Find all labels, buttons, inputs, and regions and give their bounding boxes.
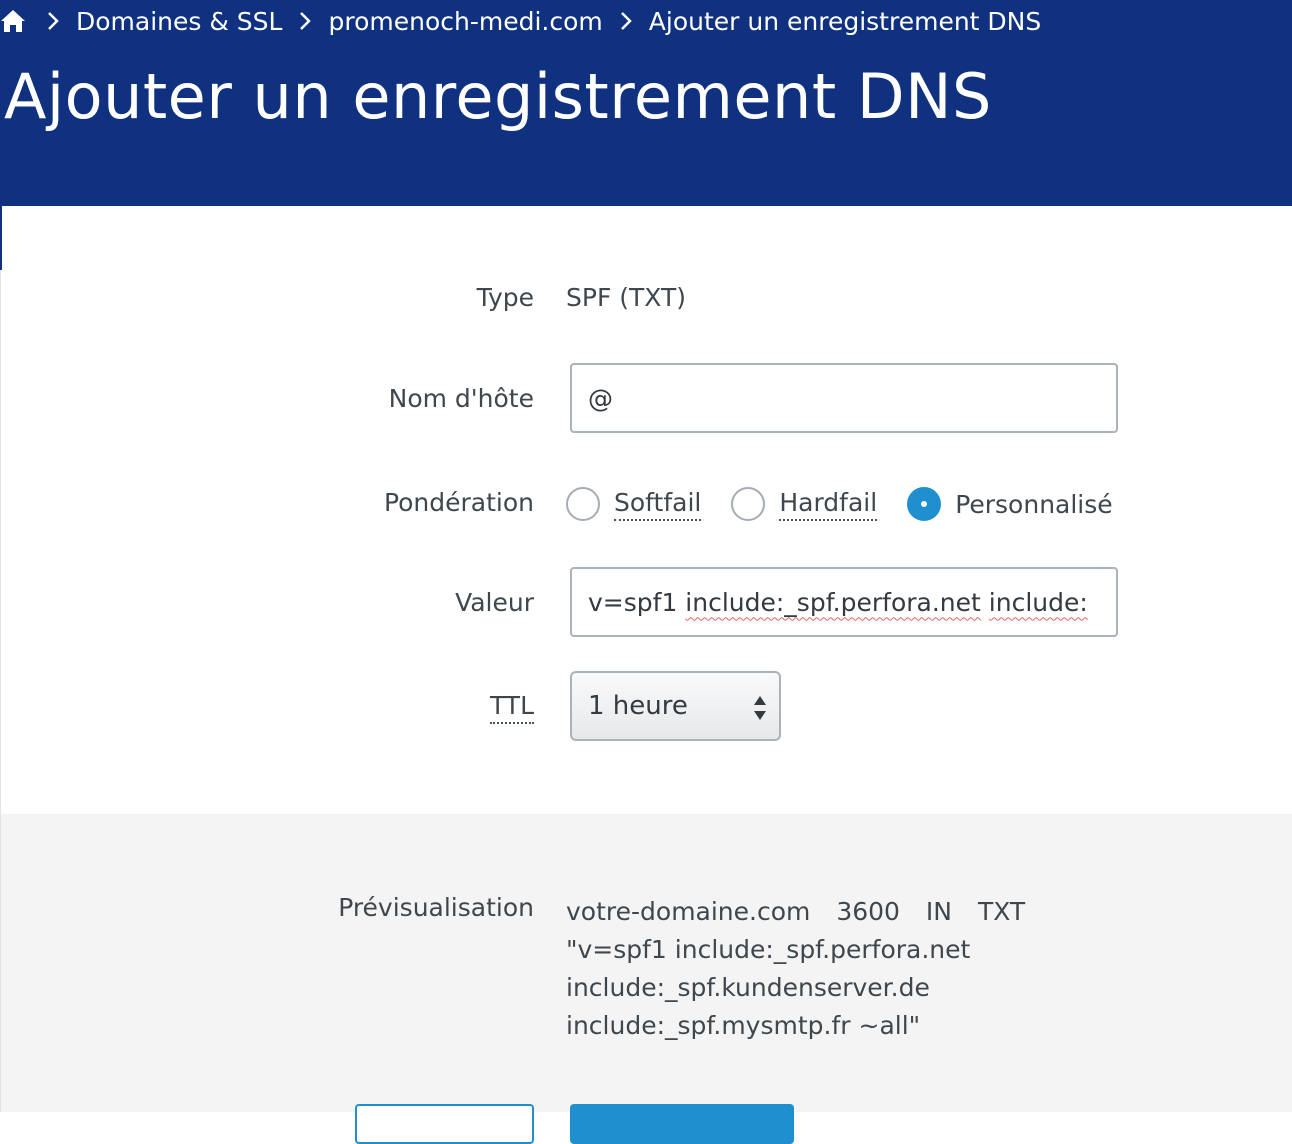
- preview-value-line: include:_spf.kundenserver.de: [566, 973, 930, 1002]
- save-button[interactable]: [570, 1104, 794, 1144]
- radio-circle[interactable]: [731, 487, 766, 521]
- preview-class: IN: [925, 897, 952, 926]
- value-input[interactable]: v=spf1 include:_spf.perfora.net include:: [570, 567, 1118, 637]
- home-icon[interactable]: [0, 9, 30, 33]
- hostname-label: Nom d'hôte: [388, 384, 534, 413]
- radio-circle[interactable]: [566, 487, 600, 521]
- weighting-label: Pondération: [383, 488, 534, 517]
- preview-record: votre-domaine.com 3600 IN TXT "v=spf1 in…: [566, 893, 1043, 1045]
- value-input-prefix: v=spf1: [588, 587, 686, 617]
- value-input-word: include:_spf.perfora.net: [685, 587, 981, 617]
- content-accent: [0, 206, 2, 270]
- preview-header: votre-domaine.com 3600 IN TXT: [566, 893, 1043, 931]
- ttl-select-value: 1 heure: [588, 691, 688, 721]
- value-input-word: include:: [988, 587, 1088, 617]
- breadcrumb: Domaines & SSL promenoch-medi.com Ajoute…: [0, 4, 1041, 38]
- hostname-input-value: @: [588, 383, 613, 413]
- radio-softfail-label[interactable]: Softfail: [614, 488, 702, 521]
- page-header: Domaines & SSL promenoch-medi.com Ajoute…: [0, 0, 1292, 206]
- preview-type: TXT: [977, 897, 1026, 926]
- preview-label: Prévisualisation: [338, 893, 534, 922]
- radio-hardfail-label[interactable]: Hardfail: [779, 488, 878, 521]
- ttl-select[interactable]: 1 heure: [570, 671, 781, 741]
- chevron-right-icon: [282, 11, 328, 31]
- ttl-label: TTL: [489, 691, 534, 724]
- chevron-right-icon: [603, 11, 649, 31]
- weighting-radio-group: Softfail Hardfail Personnalisé: [566, 484, 1143, 524]
- breadcrumb-current: Ajouter un enregistrement DNS: [648, 6, 1042, 36]
- radio-custom-label[interactable]: Personnalisé: [955, 490, 1112, 519]
- preview-domain: votre-domaine.com: [566, 897, 811, 926]
- preview-ttl: 3600: [836, 897, 900, 926]
- radio-hardfail[interactable]: Hardfail: [731, 487, 878, 521]
- type-label: Type: [476, 283, 534, 312]
- breadcrumb-domain[interactable]: promenoch-medi.com: [328, 7, 602, 36]
- radio-circle-checked[interactable]: [907, 487, 942, 521]
- cancel-button[interactable]: [355, 1104, 534, 1144]
- value-label: Valeur: [455, 588, 534, 617]
- chevron-right-icon: [30, 11, 76, 31]
- radio-custom[interactable]: Personnalisé: [907, 487, 1113, 521]
- type-value: SPF (TXT): [566, 283, 687, 312]
- page-title: Ajouter un enregistrement DNS: [4, 60, 992, 133]
- breadcrumb-domains-ssl[interactable]: Domaines & SSL: [76, 7, 282, 36]
- select-arrows-icon: [753, 695, 767, 728]
- radio-softfail[interactable]: Softfail: [566, 487, 702, 521]
- preview-value-line: "v=spf1 include:_spf.perfora.net: [566, 935, 971, 964]
- hostname-input[interactable]: @: [570, 363, 1118, 433]
- preview-value-line: include:_spf.mysmtp.fr ~all": [566, 1011, 921, 1040]
